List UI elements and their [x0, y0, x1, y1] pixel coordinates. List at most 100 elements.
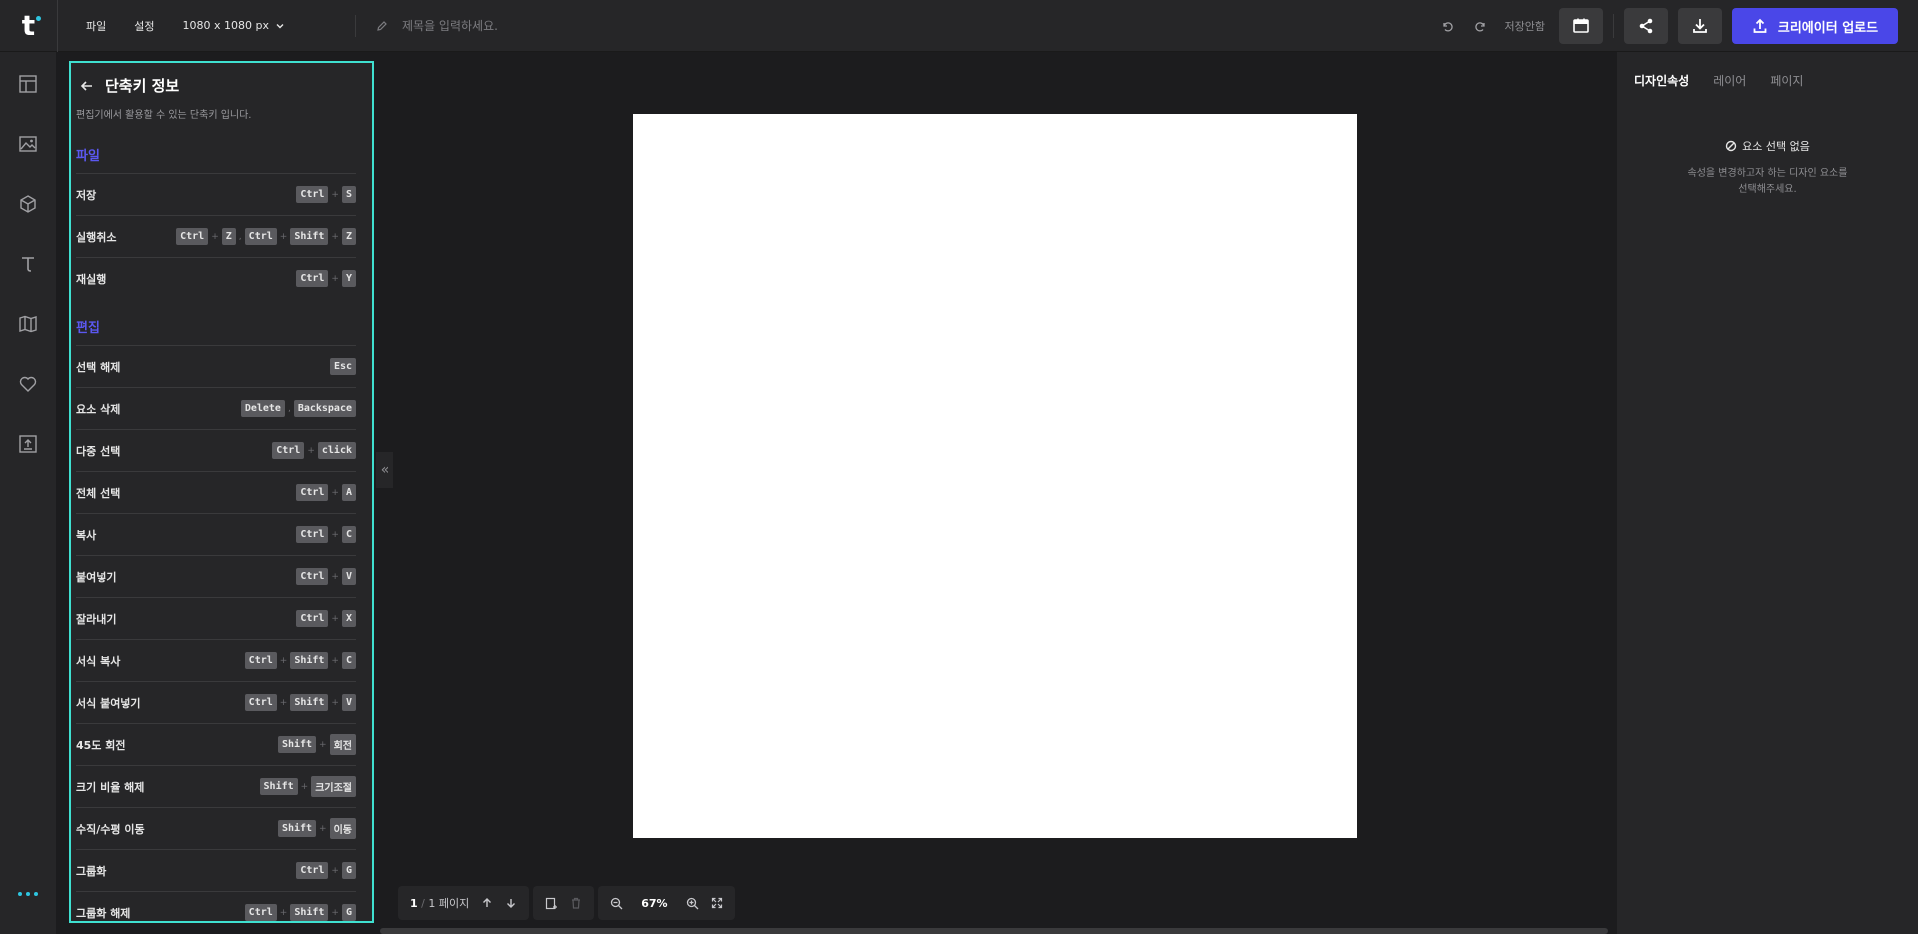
element-icon[interactable] — [16, 192, 40, 216]
no-selection-desc-line1: 속성을 변경하고자 하는 디자인 요소를 — [1687, 168, 1848, 179]
shortcut-keys: Ctrl + Z, Ctrl + Shift + Z — [176, 228, 356, 245]
prohibited-icon — [1725, 140, 1737, 152]
properties-tabs: 디자인속성 레이어 페이지 — [1634, 72, 1803, 89]
shortcut-keys: Delete, Backspace — [240, 400, 356, 417]
trash-icon[interactable] — [570, 897, 582, 909]
shortcut-row: 요소 삭제 Delete, Backspace — [76, 387, 356, 429]
redo-icon — [1474, 22, 1485, 32]
shortcut-label: 재실행 — [76, 272, 107, 286]
logo-dot — [36, 15, 41, 21]
key-plus: + — [331, 273, 339, 284]
key-plus: + — [319, 739, 327, 750]
shortcut-keys: Ctrl + V — [296, 568, 356, 585]
shortcut-keys: Shift + 크기조절 — [259, 776, 356, 797]
key-plus: + — [279, 655, 288, 666]
shortcut-label: 붙여넣기 — [76, 570, 117, 584]
app-logo[interactable]: t — [0, 0, 58, 52]
bottom-toolbar: 1 / 1 페이지 67% — [398, 886, 735, 920]
section-title: 편집 — [76, 321, 100, 336]
text-icon[interactable] — [16, 252, 40, 276]
shortcut-label: 그룹화 해제 — [76, 906, 131, 920]
key-plus: + — [279, 231, 288, 242]
background-icon[interactable] — [16, 312, 40, 336]
zoom-level[interactable]: 67% — [635, 897, 673, 910]
shortcut-row: 복사 Ctrl + C — [76, 513, 356, 555]
tab-pages[interactable]: 페이지 — [1770, 72, 1803, 89]
page-total: 1 — [428, 897, 436, 910]
redo-button[interactable] — [1469, 14, 1493, 38]
key-cap: Shift — [277, 820, 317, 837]
shortcut-row: 서식 복사 Ctrl + Shift + C — [76, 639, 356, 681]
size-select[interactable]: 1080 x 1080 px — [183, 19, 285, 32]
page-separator: / — [421, 897, 425, 910]
shortcut-keys: Ctrl + Shift + C — [244, 652, 356, 669]
shortcut-row: 붙여넣기 Ctrl + V — [76, 555, 356, 597]
image-icon[interactable] — [16, 132, 40, 156]
key-plus: + — [331, 529, 339, 540]
key-cap: Ctrl — [296, 484, 329, 501]
shortcut-row: 서식 붙여넣기 Ctrl + Shift + V — [76, 681, 356, 723]
calendar-button[interactable] — [1559, 8, 1603, 44]
favorite-icon[interactable] — [16, 372, 40, 396]
shortcut-row: 그룹화 해제 Ctrl + Shift + G — [76, 891, 356, 921]
download-button[interactable] — [1678, 8, 1722, 44]
key-cap: 회전 — [329, 734, 356, 755]
key-cap: Ctrl — [244, 228, 277, 245]
shortcut-label: 저장 — [76, 188, 97, 202]
top-right-actions: 저장안함 크리에이터 업로드 — [1435, 0, 1898, 52]
logo-letter: t — [21, 8, 36, 42]
menu-file[interactable]: 파일 — [86, 18, 106, 34]
arrow-down-icon[interactable] — [505, 897, 517, 909]
key-cap: V — [341, 568, 356, 585]
fit-screen-icon[interactable] — [711, 897, 723, 909]
key-cap: G — [341, 904, 356, 921]
arrow-up-icon[interactable] — [481, 897, 493, 909]
shortcut-panel: 단축키 정보 편집기에서 활용할 수 있는 단축키 입니다. 파일 저장 Ctrl +… — [69, 61, 374, 923]
add-page-icon[interactable] — [545, 897, 558, 910]
shortcut-label: 선택 해제 — [76, 360, 121, 374]
collapse-panel-button[interactable]: « — [376, 452, 394, 488]
arrow-left-icon[interactable] — [79, 78, 95, 94]
key-cap: Shift — [290, 904, 329, 921]
key-plus: + — [331, 655, 339, 666]
creator-upload-button[interactable]: 크리에이터 업로드 — [1732, 8, 1898, 44]
key-plus: + — [279, 907, 288, 918]
key-cap: C — [341, 652, 356, 669]
shortcut-keys: Shift + 회전 — [277, 734, 356, 755]
share-icon — [1639, 18, 1653, 34]
artboard[interactable] — [633, 114, 1357, 838]
shortcut-label: 그룹화 — [76, 864, 107, 878]
horizontal-scrollbar[interactable] — [380, 928, 1608, 934]
key-cap: Ctrl — [244, 652, 277, 669]
top-toolbar: t 파일 설정 1080 x 1080 px 저장안함 크리에이터 업로드 — [0, 0, 1918, 52]
shortcut-row: 재실행 Ctrl + Y — [76, 257, 356, 299]
zoom-in-icon[interactable] — [686, 897, 699, 910]
shortcut-panel-title: 단축키 정보 — [105, 77, 180, 95]
shortcut-row: 저장 Ctrl + S — [76, 173, 356, 215]
zoom-out-icon[interactable] — [610, 897, 623, 910]
shortcut-keys: Ctrl + Y — [296, 270, 356, 287]
tab-layers[interactable]: 레이어 — [1713, 72, 1746, 89]
page-current: 1 — [410, 897, 418, 910]
key-cap: Y — [341, 270, 356, 287]
shortcut-label: 서식 복사 — [76, 654, 121, 668]
save-status: 저장안함 — [1504, 20, 1545, 33]
key-cap: Z — [341, 228, 356, 245]
properties-panel: 디자인속성 레이어 페이지 요소 선택 없음 속성을 변경하고자 하는 디자인 … — [1617, 52, 1918, 934]
upload-icon[interactable] — [16, 432, 40, 456]
key-plus: + — [300, 781, 309, 792]
shortcut-keys: Ctrl + G — [296, 862, 356, 879]
template-icon[interactable] — [16, 72, 40, 96]
key-cap: Ctrl — [296, 568, 329, 585]
shortcut-label: 수직/수평 이동 — [76, 822, 145, 836]
more-icon[interactable] — [18, 892, 38, 896]
shortcut-label: 요소 삭제 — [76, 402, 121, 416]
creator-upload-label: 크리에이터 업로드 — [1777, 20, 1879, 36]
divider — [354, 14, 356, 37]
tab-design-properties[interactable]: 디자인속성 — [1634, 72, 1689, 89]
key-cap: Ctrl — [244, 694, 277, 711]
title-input[interactable] — [401, 18, 702, 33]
share-button[interactable] — [1624, 8, 1668, 44]
menu-settings[interactable]: 설정 — [134, 18, 154, 34]
undo-button[interactable] — [1435, 14, 1459, 38]
